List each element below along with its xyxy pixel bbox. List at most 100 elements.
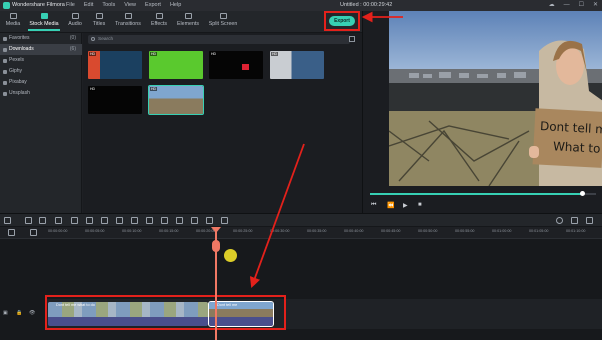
cloud-icon[interactable]: ☁ bbox=[549, 0, 555, 11]
progress-handle[interactable] bbox=[580, 191, 586, 196]
folder-icon bbox=[3, 48, 7, 52]
clip-highlight-box bbox=[45, 295, 286, 330]
playhead-handle[interactable] bbox=[212, 240, 220, 252]
text-icon bbox=[95, 13, 103, 19]
sidebar-item-downloads[interactable]: Downloads (6) bbox=[0, 44, 82, 55]
rotate-icon[interactable] bbox=[131, 217, 138, 224]
prev-frame-icon[interactable]: ⏮ bbox=[371, 202, 376, 209]
link-icon[interactable] bbox=[30, 229, 37, 236]
filmora-logo-icon bbox=[3, 2, 10, 9]
speed-icon[interactable] bbox=[116, 217, 123, 224]
menu-file[interactable]: File bbox=[66, 0, 75, 11]
media-thumbnail[interactable]: HD bbox=[149, 51, 203, 79]
grid-icon[interactable] bbox=[4, 217, 11, 224]
text-tool-icon[interactable] bbox=[101, 217, 108, 224]
close-icon[interactable]: ✕ bbox=[593, 0, 598, 11]
heart-icon bbox=[3, 37, 7, 41]
music-icon bbox=[71, 13, 79, 19]
folder-icon bbox=[9, 13, 17, 19]
media-thumbnail[interactable]: HD bbox=[88, 51, 142, 79]
media-thumbnail[interactable]: HD bbox=[88, 86, 142, 114]
transition-icon bbox=[124, 13, 132, 19]
sidebar-item-favorites[interactable]: Favorites (0) bbox=[0, 33, 82, 44]
cut-icon[interactable] bbox=[86, 217, 93, 224]
eye-icon[interactable]: 👁 bbox=[29, 310, 35, 316]
video-track-icon: ▣ bbox=[3, 310, 8, 316]
media-thumbnail[interactable]: HD bbox=[209, 51, 263, 79]
menu-view[interactable]: View bbox=[124, 0, 136, 11]
playhead[interactable] bbox=[211, 227, 221, 340]
tag-icon[interactable] bbox=[71, 217, 78, 224]
preview-progress-bar[interactable] bbox=[370, 191, 596, 196]
tab-audio[interactable]: Audio bbox=[66, 13, 84, 27]
title-bar: Wondershare Filmora File Edit Tools View… bbox=[0, 0, 602, 11]
sidebar-item-pexels[interactable]: Pexels bbox=[0, 55, 82, 66]
media-thumbnail-selected[interactable]: HD bbox=[148, 85, 204, 115]
tab-titles[interactable]: Titles bbox=[90, 13, 108, 27]
redo-icon[interactable] bbox=[39, 217, 46, 224]
media-library: Search HD HD HD HD HD HD bbox=[83, 33, 362, 213]
pixabay-icon bbox=[3, 81, 7, 85]
menu-export[interactable]: Export bbox=[145, 0, 161, 11]
color-icon[interactable] bbox=[176, 217, 183, 224]
audio-mix-icon[interactable] bbox=[206, 217, 213, 224]
tab-effects[interactable]: Effects bbox=[148, 13, 170, 27]
undo-icon[interactable] bbox=[25, 217, 32, 224]
green-screen-icon[interactable] bbox=[221, 217, 228, 224]
crop-icon[interactable] bbox=[146, 217, 153, 224]
unsplash-icon bbox=[3, 92, 7, 96]
timeline-ruler[interactable]: 00:00:00:00 00:00:05:00 00:00:10:00 00:00:1… bbox=[0, 227, 602, 239]
giphy-icon bbox=[3, 70, 7, 74]
media-thumbnail[interactable]: HD bbox=[270, 51, 324, 79]
timeline-toolbar bbox=[0, 213, 602, 227]
shield-icon[interactable] bbox=[571, 217, 578, 224]
delete-icon[interactable] bbox=[55, 217, 62, 224]
ruler-tick-label: 00:00:10:00 bbox=[122, 229, 142, 233]
minimize-icon[interactable]: — bbox=[564, 0, 570, 11]
timer-icon[interactable] bbox=[191, 217, 198, 224]
menu-help[interactable]: Help bbox=[170, 0, 181, 11]
play-icon[interactable]: ▶ bbox=[403, 202, 408, 209]
menu-edit[interactable]: Edit bbox=[84, 0, 93, 11]
effects-icon bbox=[155, 13, 163, 19]
tab-split-screen[interactable]: Split Screen bbox=[207, 13, 239, 27]
tab-stock-media[interactable]: Stock Media bbox=[28, 13, 60, 31]
ruler-tick-label: 00:00:40:00 bbox=[344, 229, 364, 233]
sidebar-item-giphy[interactable]: Giphy bbox=[0, 66, 82, 77]
ruler-tick-label: 00:01:00:00 bbox=[492, 229, 512, 233]
search-input[interactable]: Search bbox=[88, 35, 350, 44]
sidebar-item-pixabay[interactable]: Pixabay bbox=[0, 77, 82, 88]
app-name: Wondershare Filmora bbox=[12, 2, 65, 8]
maximize-icon[interactable]: ☐ bbox=[579, 0, 584, 11]
add-track-icon[interactable] bbox=[8, 229, 15, 236]
ruler-tick-label: 00:00:25:00 bbox=[233, 229, 253, 233]
tab-media[interactable]: Media bbox=[4, 13, 22, 27]
stop-icon[interactable]: ■ bbox=[418, 202, 422, 208]
search-icon bbox=[91, 37, 95, 41]
tab-transitions[interactable]: Transitions bbox=[113, 13, 143, 27]
step-back-icon[interactable]: ⏪ bbox=[387, 202, 394, 209]
grid-view-icon[interactable] bbox=[349, 36, 355, 42]
ruler-tick-label: 00:01:10:00 bbox=[566, 229, 586, 233]
menu-tools[interactable]: Tools bbox=[102, 0, 115, 11]
microphone-icon[interactable] bbox=[586, 217, 593, 224]
tab-elements[interactable]: Elements bbox=[175, 13, 201, 27]
ruler-tick-label: 00:00:55:00 bbox=[455, 229, 475, 233]
ruler-tick-label: 00:00:15:00 bbox=[159, 229, 179, 233]
elements-icon bbox=[184, 13, 192, 19]
ruler-tick-label: 00:00:20:00 bbox=[196, 229, 216, 233]
lock-icon[interactable]: 🔒 bbox=[16, 310, 22, 316]
sidebar-item-unsplash[interactable]: Unsplash bbox=[0, 88, 82, 99]
zoom-icon[interactable] bbox=[161, 217, 168, 224]
mouse-cursor-highlight bbox=[224, 249, 237, 262]
stock-media-sidebar: Favorites (0) Downloads (6) Pexels Giphy P… bbox=[0, 33, 82, 213]
menu-bar: File Edit Tools View Export Help bbox=[66, 0, 181, 11]
pexels-icon bbox=[3, 59, 7, 63]
ruler-tick-label: 00:00:45:00 bbox=[381, 229, 401, 233]
render-icon[interactable] bbox=[556, 217, 563, 224]
export-highlight-box bbox=[324, 11, 360, 31]
ruler-tick-label: 00:00:50:00 bbox=[418, 229, 438, 233]
ruler-tick-label: 00:00:30:00 bbox=[270, 229, 290, 233]
ruler-tick-label: 00:01:05:00 bbox=[529, 229, 549, 233]
progress-fill bbox=[370, 193, 583, 195]
